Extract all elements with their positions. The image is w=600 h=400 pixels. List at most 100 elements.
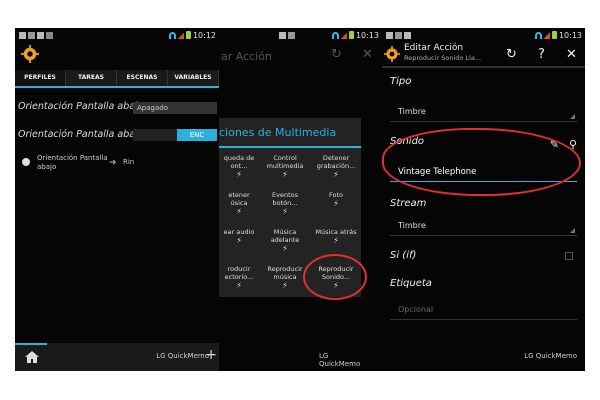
notification-icon [19,31,26,39]
notification-icon [279,31,286,39]
action-cell-line1: roducir [227,265,251,273]
action-cell[interactable]: Foto ⚡ [311,187,361,224]
signal-icon [177,31,184,39]
action-cell-line1: Música [273,228,297,236]
lightning-icon: ⚡ [333,236,339,245]
orientation-icon [22,158,30,166]
task-label: Orientación Pantalla abajo [37,154,108,171]
lightning-icon: ⚡ [333,170,339,179]
profile-row[interactable]: Orientación Pantalla abajo ENC [15,124,219,146]
si-label: Si (if) [390,250,417,261]
usb-icon [46,31,53,39]
action-cell-line1: Detener [322,154,350,162]
progress-indicator [15,343,47,345]
profile-row[interactable]: Orientación Pantalla abajo Apagado [15,96,219,118]
tipo-value: Timbre [398,107,426,116]
close-icon[interactable]: ✕ [566,47,577,62]
tipo-select[interactable]: Timbre [390,102,577,122]
home-icon[interactable] [25,351,39,363]
action-cell[interactable]: Eventos botón... ⚡ [259,187,311,224]
action-cell-line2: adelante [270,236,300,244]
status-bar-2: 10:13 [219,28,382,42]
edit-action-header: Editar Acción Reproducir Sonido Lla... ↻… [382,42,585,68]
task-action: Rin [123,158,135,166]
action-cell-line2: ectorio... [224,273,254,281]
etiqueta-placeholder: Opcional [398,305,434,314]
tab-perfiles[interactable]: PERFILES [15,70,66,86]
action-cell-line2: multimedia [266,162,304,170]
lightning-icon: ⚡ [282,207,288,216]
tasker-gear-icon[interactable] [384,46,400,62]
action-cell-line1: Foto [328,191,343,199]
screen-title-behind: ar Acción [221,50,272,63]
wifi-icon [168,31,176,39]
action-cell-line1: Eventos [272,191,298,199]
profile-toggle[interactable]: ENC [133,129,217,141]
action-cell-line1: queda de [223,154,255,162]
action-cell[interactable]: ear audio ⚡ [219,224,259,261]
profiles-screen: PERFILES TAREAS ESCENAS VARIABLES Orient… [15,42,219,371]
if-checkbox[interactable] [565,252,573,260]
profile-label: Orientación Pantalla abajo [18,101,144,112]
tasker-gear-icon[interactable] [21,45,39,63]
etiqueta-label: Etiqueta [390,278,432,289]
wifi-icon [331,31,339,39]
action-cell[interactable]: etener úsica ⚡ [219,187,259,224]
si-row: Si (if) [382,246,585,266]
help-icon[interactable]: ? [538,47,545,62]
profile-label: Orientación Pantalla abajo [18,129,144,140]
page-subtitle: Reproducir Sonido Lla... [404,54,482,62]
annotation-circle-reproducir [303,254,367,300]
clock: 10:12 [192,30,216,40]
reset-icon[interactable]: ↻ [506,47,517,62]
stream-select[interactable]: Timbre [390,216,577,236]
toggle-on-label: ENC [177,129,217,141]
page-title: Editar Acción [404,43,464,53]
lightning-icon: ⚡ [236,170,242,179]
reset-icon[interactable]: ↻ [331,47,342,62]
stream-label: Stream [390,198,427,209]
tab-escenas[interactable]: ESCENAS [117,70,168,86]
status-bar-3: 10:13 [382,28,585,42]
lightning-icon: ⚡ [236,236,242,245]
notification-icon [288,31,295,39]
bottom-bar: LG QuickMemo [219,343,361,371]
action-cell[interactable]: Control multimedia ⚡ [259,150,311,187]
notification-icon [386,31,393,39]
bottom-bar: LG QuickMemo [382,343,585,371]
edit-action-screen: Editar Acción Reproducir Sonido Lla... ↻… [382,42,585,371]
wifi-icon [534,31,542,39]
action-cell-line1: ear audio [223,228,255,236]
action-cell[interactable]: Música adelante ⚡ [259,224,311,261]
notification-icon [395,31,402,39]
dialog-title: ciones de Multimedia [219,118,361,148]
action-cell-line2: botón... [272,199,298,207]
add-icon[interactable]: + [205,347,217,363]
action-cell[interactable]: Detener grabación... ⚡ [311,150,361,187]
quickmemo-label: LG QuickMemo [319,352,361,368]
lightning-icon: ⚡ [236,281,242,290]
action-cell-line2: ont... [230,162,248,170]
action-cell[interactable]: roducir ectorio... ⚡ [219,261,259,298]
etiqueta-input[interactable]: Opcional [390,300,577,320]
action-cell-line2: úsica [230,199,248,207]
battery-icon [551,31,557,39]
lightning-icon: ⚡ [282,170,288,179]
tab-variables[interactable]: VARIABLES [168,70,219,86]
action-cell[interactable]: queda de ont... ⚡ [219,150,259,187]
action-cell-line1: Control [273,154,297,162]
lightning-icon: ⚡ [236,207,242,216]
tipo-label: Tipo [390,76,412,87]
stream-value: Timbre [398,221,426,230]
dropdown-icon [570,114,575,119]
tab-bar: PERFILES TAREAS ESCENAS VARIABLES [15,70,219,88]
tab-tareas[interactable]: TAREAS [66,70,117,86]
status-bar-1: 10:12 [15,28,219,42]
app-header [15,42,219,68]
arrow-right-icon: ➜ [109,158,117,168]
signal-icon [543,31,550,39]
task-item[interactable]: Orientación Pantalla abajo ➜ Rin [15,152,219,178]
action-cell-line1: etener [228,191,250,199]
close-icon[interactable]: ✕ [362,47,373,62]
lightning-icon: ⚡ [333,199,339,208]
